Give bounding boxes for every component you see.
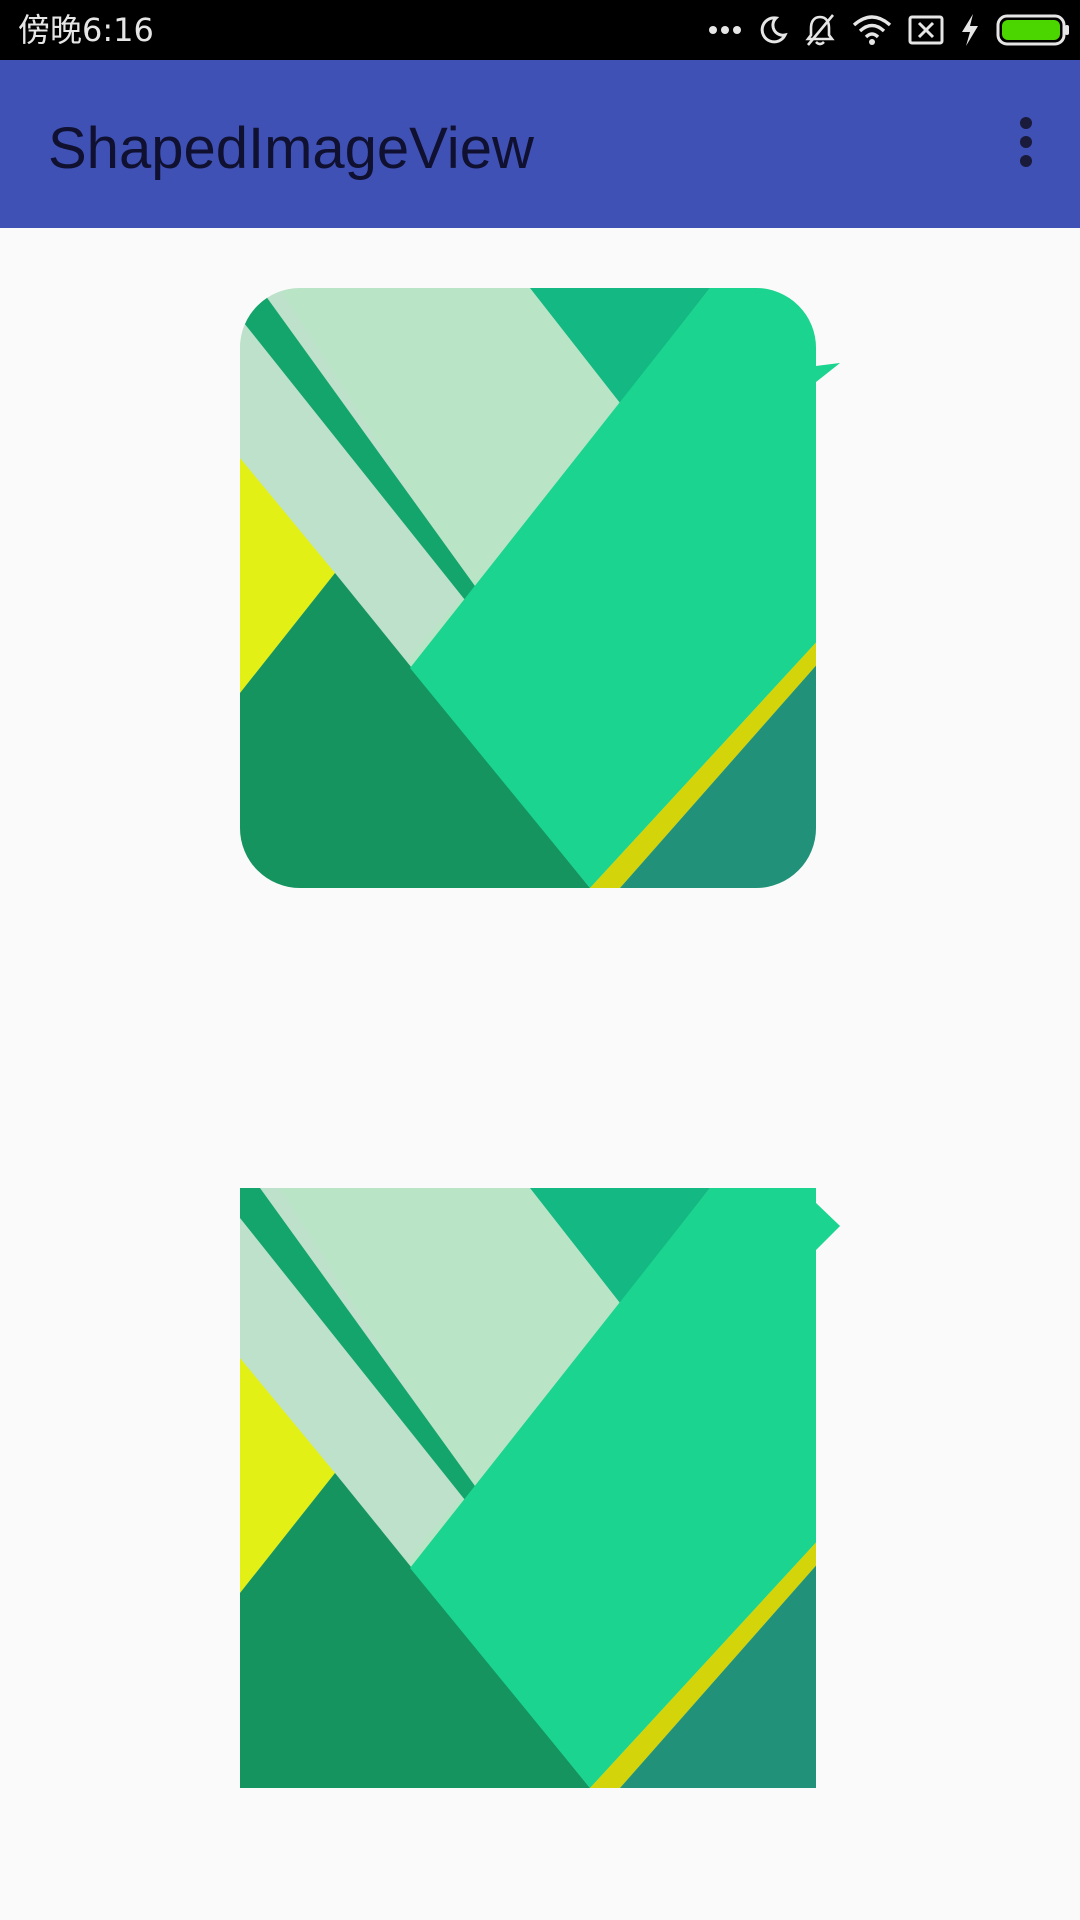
- rounded-shaped-image: [240, 288, 840, 888]
- app-title: ShapedImageView: [48, 116, 534, 181]
- wifi-icon: [852, 15, 892, 45]
- overflow-menu-button[interactable]: [1002, 112, 1050, 176]
- sim-error-icon: [908, 15, 944, 45]
- status-bar: 傍晚6:16: [0, 0, 1080, 60]
- overflow-menu-icon: [1018, 116, 1034, 172]
- more-dots-icon: [708, 24, 742, 36]
- battery-icon: [996, 14, 1070, 46]
- status-icons: [708, 10, 1070, 50]
- status-time: 傍晚6:16: [18, 11, 154, 49]
- moon-icon: [758, 15, 788, 45]
- bell-off-icon: [804, 13, 836, 47]
- square-shaped-image: [240, 1188, 840, 1788]
- charging-bolt-icon: [960, 13, 980, 47]
- app-bar: ShapedImageView: [0, 60, 1080, 228]
